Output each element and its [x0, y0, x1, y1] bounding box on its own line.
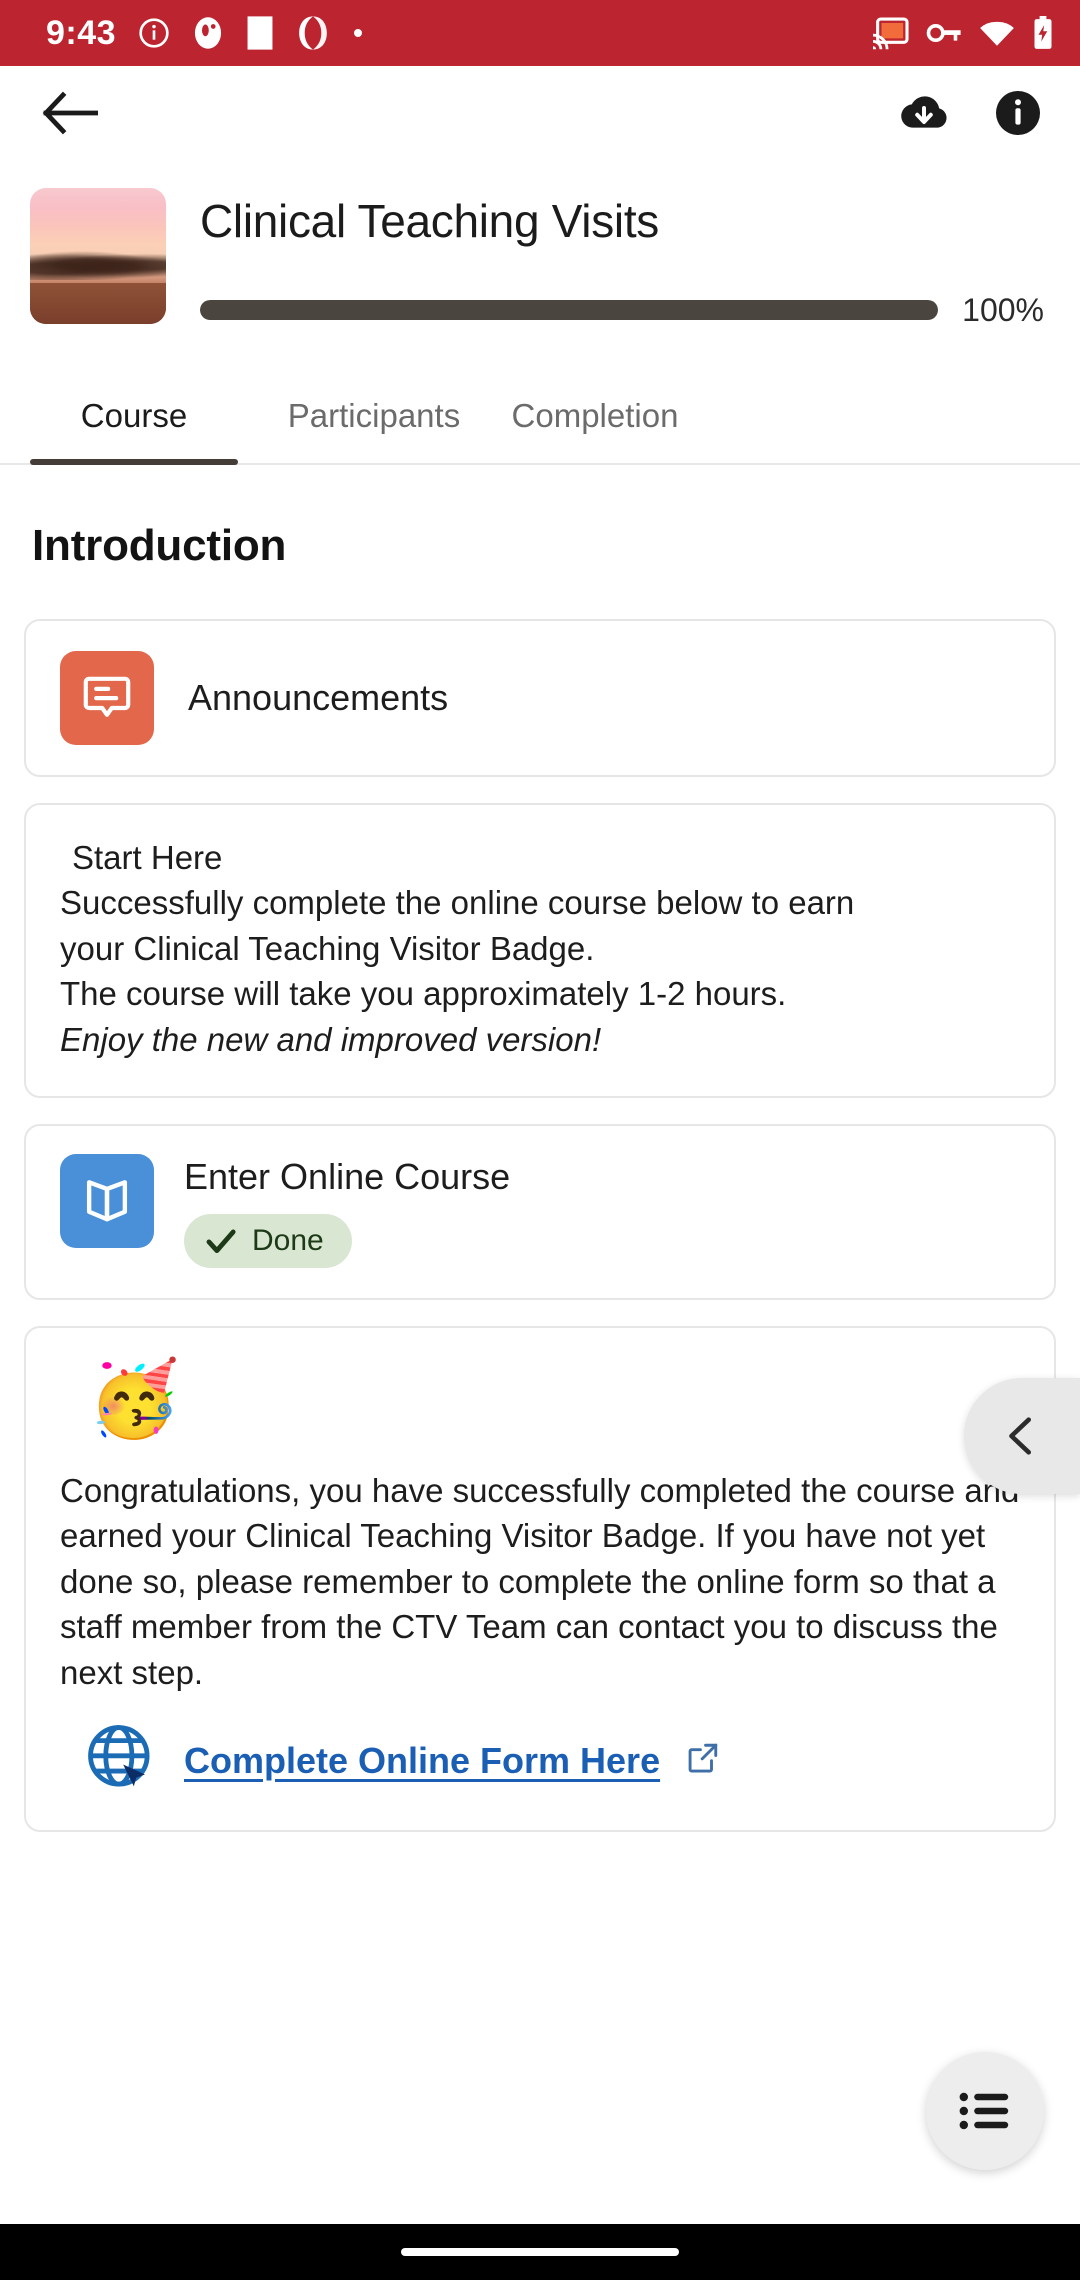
congratulations-block: 🥳 Congratulations, you have successfully… — [26, 1328, 1054, 1831]
system-navigation-bar — [0, 2224, 1080, 2280]
course-thumbnail — [30, 188, 166, 324]
party-face-emoji: 🥳 — [88, 1356, 181, 1440]
start-here-line-1: Successfully complete the online course … — [60, 884, 855, 922]
start-here-line-2: your Clinical Teaching Visitor Badge. — [60, 929, 595, 967]
start-here-line-4: Enjoy the new and improved version! — [60, 1020, 602, 1058]
module-row: Enter Online Course Done — [26, 1126, 1054, 1297]
spiral-app-icon — [296, 15, 330, 51]
course-progress: 100% — [200, 292, 1050, 329]
text-card-congratulations: 🥳 Congratulations, you have successfully… — [24, 1325, 1056, 1833]
section-heading: Introduction — [32, 520, 287, 570]
tab-course[interactable]: Course — [0, 371, 268, 463]
start-here-text: Start Here Successfully complete the onl… — [26, 805, 1054, 1097]
course-content: Introduction Announcements Start Here Su… — [0, 465, 1080, 1833]
congratulations-text: Congratulations, you have successfully c… — [60, 1471, 1020, 1691]
tab-participants[interactable]: Participants — [268, 371, 480, 463]
globe-click-icon — [84, 1721, 158, 1800]
module-card-announcements[interactable]: Announcements — [24, 618, 1056, 777]
info-circle-icon — [138, 17, 170, 49]
status-bar-left: 9:43 — [46, 14, 364, 53]
status-bar-clock: 9:43 — [46, 13, 117, 52]
course-header-text: Clinical Teaching Visits 100% — [200, 188, 1050, 329]
dot-icon — [352, 27, 364, 39]
forum-icon — [60, 650, 154, 745]
module-label: Enter Online Course — [184, 1156, 511, 1198]
tab-completion[interactable]: Completion — [480, 371, 710, 463]
app-bar-actions — [898, 89, 1042, 142]
cast-icon — [871, 16, 909, 50]
start-here-heading: Start Here — [72, 838, 223, 876]
course-tabs: Course Participants Completion — [0, 371, 1080, 465]
app-screen: 9:43 Clinical Teaching Visits 100% Cours… — [0, 0, 1080, 2280]
download-icon[interactable] — [898, 92, 950, 139]
start-here-line-3: The course will take you approximately 1… — [60, 975, 787, 1013]
module-row: Announcements — [26, 621, 1054, 775]
list-icon — [959, 2092, 1009, 2130]
back-button[interactable] — [42, 91, 99, 140]
vpn-key-icon — [926, 20, 962, 46]
check-icon — [206, 1229, 236, 1253]
module-label: Announcements — [188, 676, 449, 718]
module-card-enter-online-course[interactable]: Enter Online Course Done — [24, 1124, 1056, 1300]
progress-track — [200, 300, 939, 321]
app-badge-icon — [192, 16, 224, 50]
previous-section-button[interactable] — [964, 1378, 1080, 1494]
app-bar — [0, 66, 1080, 164]
text-card-start-here: Start Here Successfully complete the onl… — [24, 802, 1056, 1099]
course-index-button[interactable] — [926, 2052, 1044, 2170]
status-badge-label: Done — [252, 1223, 324, 1257]
course-header: Clinical Teaching Visits 100% — [0, 164, 1080, 329]
home-indicator[interactable] — [401, 2248, 679, 2256]
progress-percent-label: 100% — [962, 291, 1044, 328]
wifi-icon — [979, 19, 1015, 47]
white-square-icon — [246, 15, 274, 51]
battery-charging-icon — [1032, 16, 1054, 50]
module-texts: Enter Online Course Done — [184, 1154, 511, 1268]
progress-fill — [200, 300, 939, 321]
online-form-link-row[interactable]: Complete Online Form Here — [60, 1721, 1020, 1800]
book-icon — [60, 1154, 154, 1249]
chevron-left-icon — [1009, 1417, 1032, 1455]
page-title: Clinical Teaching Visits — [200, 195, 659, 247]
status-bar-right — [871, 16, 1054, 50]
status-badge: Done — [184, 1213, 352, 1268]
status-bar: 9:43 — [0, 0, 1080, 66]
online-form-link[interactable]: Complete Online Form Here — [184, 1740, 660, 1782]
info-icon[interactable] — [994, 89, 1042, 142]
external-link-icon — [686, 1741, 720, 1780]
